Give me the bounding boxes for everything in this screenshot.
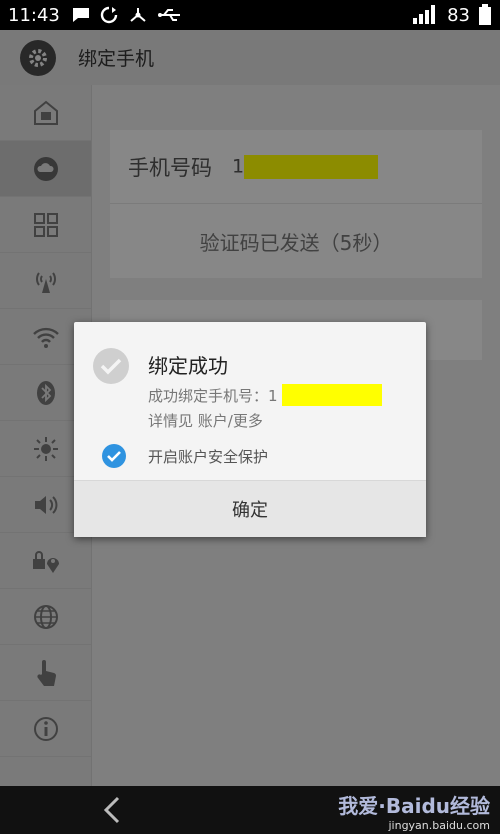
dialog-title: 绑定成功 <box>148 354 228 378</box>
check-icon <box>100 358 122 375</box>
security-protection-checkbox[interactable] <box>102 444 126 468</box>
watermark: 我爱·Baidu经验 jingyan.baidu.com <box>338 794 490 832</box>
dialog-message-line1: 成功绑定手机号：1 <box>148 384 382 406</box>
signal-icon <box>413 5 436 24</box>
sync-icon <box>100 6 118 24</box>
redaction-highlight <box>281 384 382 406</box>
usb-icon <box>157 9 180 21</box>
dialog-message-line2: 详情见 账户/更多 <box>148 412 263 430</box>
security-protection-label[interactable]: 开启账户安全保护 <box>148 446 268 467</box>
bind-success-dialog: 绑定成功 成功绑定手机号：1 详情见 账户/更多 开启账户安全保护 确定 <box>74 322 426 537</box>
battery-icon <box>479 4 491 25</box>
message-icon <box>72 8 89 22</box>
usb-share-icon <box>130 8 146 22</box>
status-bar: 11:43 83 <box>0 0 500 30</box>
battery-percent: 83 <box>447 4 470 26</box>
success-badge <box>93 348 129 384</box>
checkmark-icon <box>107 451 121 462</box>
ok-button[interactable]: 确定 <box>74 480 426 537</box>
clock: 11:43 <box>8 4 60 26</box>
navigation-bar: 我爱·Baidu经验 jingyan.baidu.com <box>0 786 500 834</box>
back-icon[interactable] <box>100 795 122 825</box>
